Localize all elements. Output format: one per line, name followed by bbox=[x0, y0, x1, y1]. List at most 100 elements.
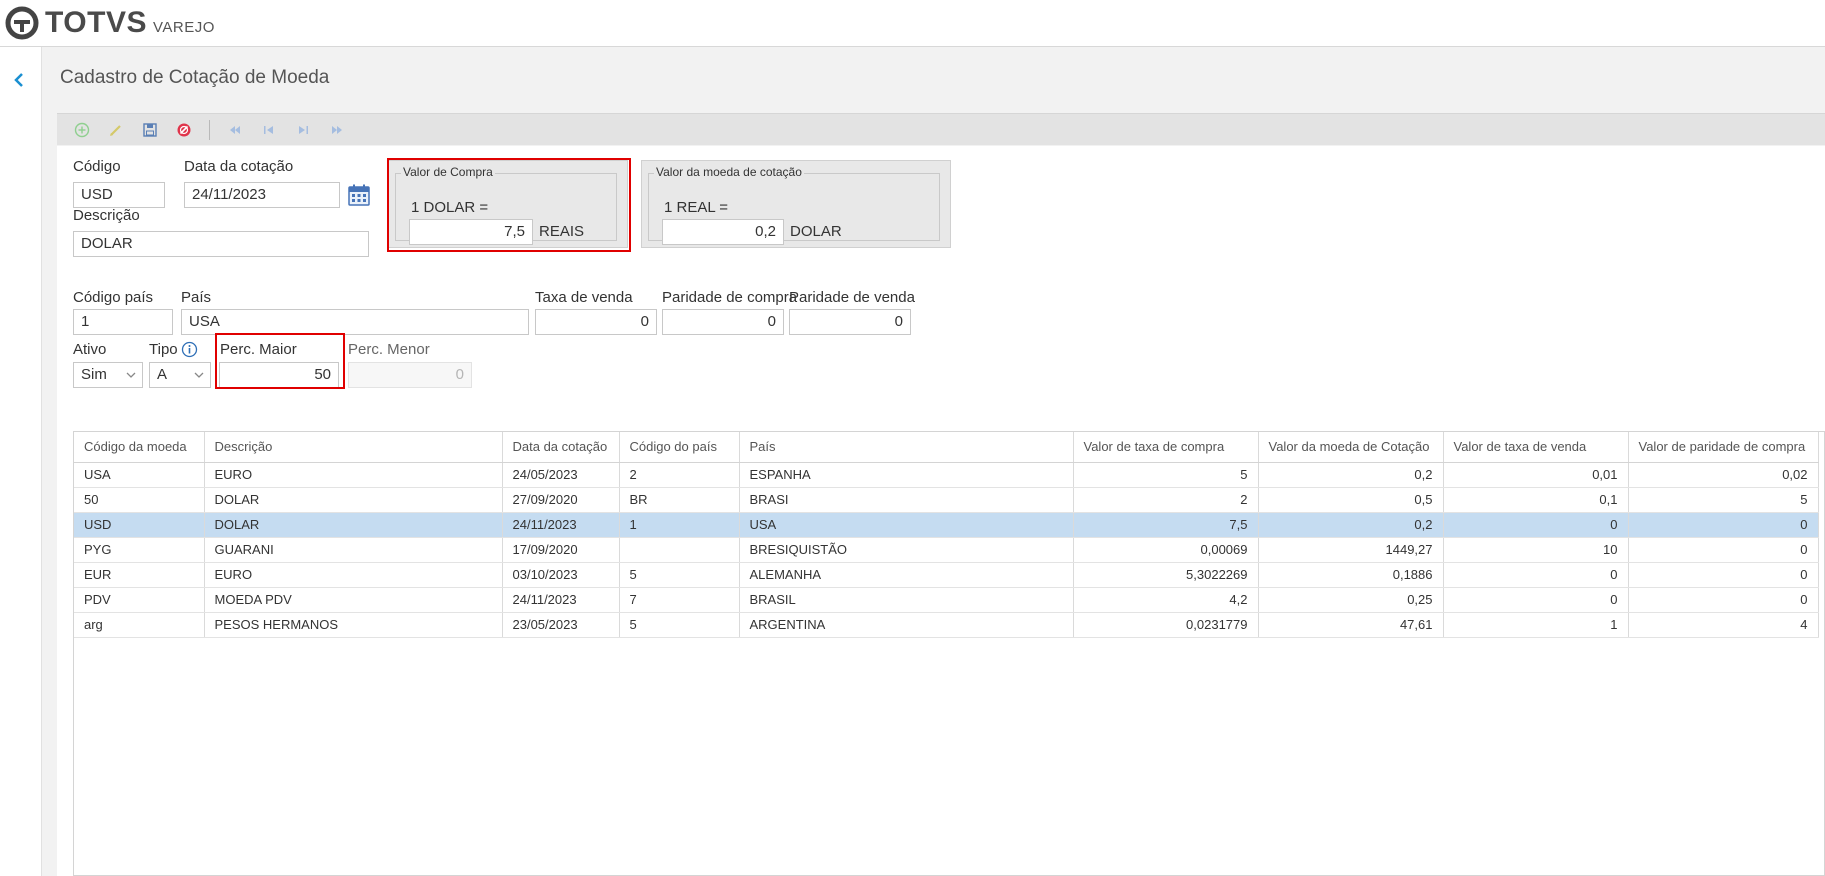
table-cell: 0 bbox=[1443, 512, 1629, 538]
table-row[interactable]: USA EURO 24/05/2023 2 ESPANHA 5 0,2 0,01… bbox=[74, 462, 1819, 488]
valor-moeda-text: 1 REAL = bbox=[664, 199, 729, 216]
pais-label: País bbox=[181, 289, 212, 306]
table-cell: 7,5 bbox=[1073, 512, 1259, 538]
add-button[interactable] bbox=[65, 117, 99, 143]
first-record-button[interactable] bbox=[218, 117, 252, 143]
last-record-button[interactable] bbox=[320, 117, 354, 143]
table-cell: 24/11/2023 bbox=[502, 512, 620, 538]
edit-button[interactable] bbox=[99, 117, 133, 143]
table-cell: 17/09/2020 bbox=[502, 537, 620, 563]
table-cell: BRESIQUISTÃO bbox=[739, 537, 1074, 563]
table-cell: 2 bbox=[619, 462, 740, 488]
codigo-input[interactable]: USD bbox=[73, 182, 165, 208]
page-title: Cadastro de Cotação de Moeda bbox=[60, 67, 330, 88]
table-cell: 0,00069 bbox=[1073, 537, 1259, 563]
cancel-button[interactable] bbox=[167, 117, 201, 143]
table-cell: 0,0231779 bbox=[1073, 612, 1259, 638]
table-row[interactable]: EUR EURO 03/10/2023 5 ALEMANHA 5,3022269… bbox=[74, 562, 1819, 588]
table-cell: GUARANI bbox=[204, 537, 503, 563]
table-cell: PYG bbox=[74, 537, 205, 563]
valor-moeda-unit: DOLAR bbox=[790, 223, 842, 240]
cancel-icon bbox=[177, 123, 191, 136]
chevron-down-icon bbox=[194, 372, 204, 378]
table-cell: 5 bbox=[619, 612, 740, 638]
data-cotacao-label: Data da cotação bbox=[184, 158, 294, 175]
column-header[interactable]: Valor de paridade de compra bbox=[1628, 432, 1819, 463]
valor-moeda-input[interactable]: 0,2 bbox=[662, 219, 784, 245]
column-header[interactable]: Valor da moeda de Cotação bbox=[1258, 432, 1444, 463]
totvs-logo[interactable]: TOTVS VAREJO bbox=[5, 6, 215, 40]
column-header[interactable]: Código do país bbox=[619, 432, 740, 463]
column-header[interactable]: Valor de taxa de compra bbox=[1073, 432, 1259, 463]
previous-record-button[interactable] bbox=[252, 117, 286, 143]
taxa-venda-input[interactable]: 0 bbox=[535, 309, 657, 335]
brand-name: TOTVS bbox=[45, 6, 147, 39]
paridade-compra-input[interactable]: 0 bbox=[662, 309, 784, 335]
next-record-icon bbox=[299, 125, 308, 134]
ativo-label: Ativo bbox=[73, 341, 107, 358]
side-strip bbox=[0, 47, 42, 876]
column-header[interactable]: País bbox=[739, 432, 1074, 463]
table-cell: 7 bbox=[619, 587, 740, 613]
data-cotacao-input[interactable]: 24/11/2023 bbox=[184, 182, 340, 208]
table-row-selected[interactable]: USD DOLAR 24/11/2023 1 USA 7,5 0,2 0 0 bbox=[74, 512, 1819, 538]
table-cell: 23/05/2023 bbox=[502, 612, 620, 638]
tipo-selected-value: A bbox=[157, 366, 168, 383]
descricao-input[interactable]: DOLAR bbox=[73, 231, 369, 257]
table-cell: 47,61 bbox=[1258, 612, 1444, 638]
valor-compra-group: Valor de Compra 1 DOLAR = 7,5 REAIS bbox=[388, 160, 628, 248]
perc-maior-input[interactable]: 50 bbox=[219, 362, 339, 388]
codigo-pais-input[interactable]: 1 bbox=[73, 309, 173, 335]
totvs-logo-icon bbox=[5, 6, 39, 40]
save-button[interactable] bbox=[133, 117, 167, 143]
table-cell: 1 bbox=[1443, 612, 1629, 638]
previous-record-icon bbox=[264, 125, 273, 134]
ativo-select[interactable]: Sim bbox=[73, 362, 143, 388]
column-header[interactable]: Data da cotação bbox=[502, 432, 620, 463]
table-cell: 0,1 bbox=[1443, 487, 1629, 513]
table-cell: EUR bbox=[74, 562, 205, 588]
table-cell: 0,1886 bbox=[1258, 562, 1444, 588]
table-cell: BR bbox=[619, 487, 740, 513]
pais-input[interactable]: USA bbox=[181, 309, 529, 335]
table-cell: 0 bbox=[1628, 537, 1819, 563]
table-row[interactable]: 50 DOLAR 27/09/2020 BR BRASI 2 0,5 0,1 5 bbox=[74, 487, 1819, 513]
calendar-icon[interactable] bbox=[347, 183, 371, 207]
valor-compra-unit: REAIS bbox=[539, 223, 585, 240]
table-cell: 1 bbox=[619, 512, 740, 538]
table-cell: 27/09/2020 bbox=[502, 487, 620, 513]
info-icon[interactable] bbox=[181, 341, 198, 358]
last-record-icon bbox=[332, 125, 342, 134]
table-cell: PDV bbox=[74, 587, 205, 613]
grid-table: Código da moeda Descrição Data da cotaçã… bbox=[74, 432, 1819, 638]
paridade-compra-label: Paridade de compra bbox=[662, 289, 798, 306]
table-cell: BRASI bbox=[739, 487, 1074, 513]
paridade-venda-label: Paridade de venda bbox=[789, 289, 915, 306]
valor-compra-input[interactable]: 7,5 bbox=[409, 219, 533, 245]
tipo-select[interactable]: A bbox=[149, 362, 211, 388]
table-cell: 24/05/2023 bbox=[502, 462, 620, 488]
column-header[interactable]: Descrição bbox=[204, 432, 503, 463]
column-header[interactable]: Código da moeda bbox=[74, 432, 205, 463]
paridade-venda-input[interactable]: 0 bbox=[789, 309, 911, 335]
table-row[interactable]: PDV MOEDA PDV 24/11/2023 7 BRASIL 4,2 0,… bbox=[74, 587, 1819, 613]
product-name: VAREJO bbox=[152, 18, 215, 36]
table-cell: 2 bbox=[1073, 487, 1259, 513]
perc-menor-label: Perc. Menor bbox=[348, 341, 430, 358]
table-cell: 0 bbox=[1628, 512, 1819, 538]
column-header[interactable]: Valor de taxa de venda bbox=[1443, 432, 1629, 463]
chevron-left-icon[interactable] bbox=[10, 71, 28, 89]
table-cell: PESOS HERMANOS bbox=[204, 612, 503, 638]
table-row[interactable]: PYG GUARANI 17/09/2020 BRESIQUISTÃO 0,00… bbox=[74, 537, 1819, 563]
chevron-down-icon bbox=[126, 372, 136, 378]
table-cell: 0 bbox=[1628, 587, 1819, 613]
grid-header-row: Código da moeda Descrição Data da cotaçã… bbox=[74, 432, 1819, 463]
table-cell: 0 bbox=[1443, 562, 1629, 588]
table-cell: 5 bbox=[1628, 487, 1819, 513]
next-record-button[interactable] bbox=[286, 117, 320, 143]
table-cell: 4 bbox=[1628, 612, 1819, 638]
table-cell: 0,02 bbox=[1628, 462, 1819, 488]
table-row[interactable]: arg PESOS HERMANOS 23/05/2023 5 ARGENTIN… bbox=[74, 612, 1819, 638]
table-cell: 5,3022269 bbox=[1073, 562, 1259, 588]
table-cell: 1449,27 bbox=[1258, 537, 1444, 563]
